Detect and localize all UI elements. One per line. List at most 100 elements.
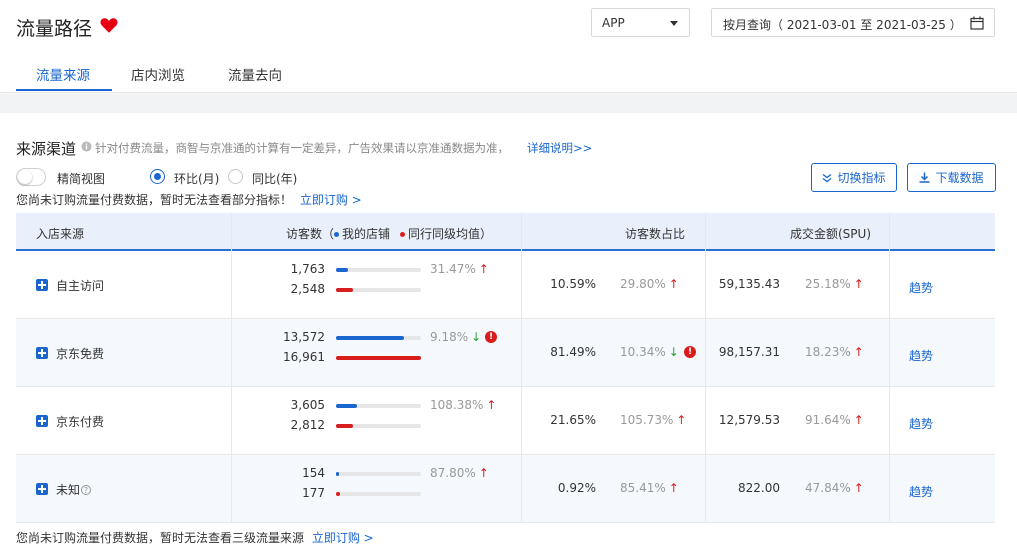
tab-traffic-source[interactable]: 流量来源 — [36, 64, 90, 84]
source-name-text: 自主访问 — [56, 279, 105, 293]
trend-arrow-icon: ↑ — [478, 262, 489, 276]
my-visitors: 154 — [302, 466, 325, 480]
trend-arrow-icon: ↓ — [668, 345, 679, 359]
peer-visitors-bar-fill — [336, 288, 353, 292]
platform-select[interactable]: APP — [591, 8, 690, 37]
subscription-notice: 您尚未订购流量付费数据，暂时无法查看部分指标！ 立即订购 > — [16, 191, 362, 208]
trend-link[interactable]: 趋势 — [909, 279, 933, 296]
caret-down-icon — [670, 21, 678, 26]
switch-metrics-label: 切换指标 — [837, 171, 886, 185]
header-visitors: 访客数（ 我的店铺 同行同级均值） — [286, 225, 492, 242]
peer-visitors-bar-fill — [336, 356, 421, 360]
peer-visitors-bar-fill — [336, 424, 353, 428]
peer-visitors: 2,548 — [290, 282, 325, 296]
tab-traffic-destination[interactable]: 流量去向 — [228, 64, 282, 84]
toggle-knob — [18, 170, 32, 184]
visitor-share: 21.65% — [550, 413, 596, 427]
sales-change-value: 47.84% — [805, 481, 851, 495]
active-tab-indicator — [16, 89, 112, 91]
expand-plus-icon[interactable] — [36, 415, 48, 427]
trend-link[interactable]: 趋势 — [909, 415, 933, 432]
radio-year-over-year[interactable] — [228, 169, 243, 184]
traffic-source-table: 入店来源 访客数（ 我的店铺 同行同级均值） 访客数占比 成交金额(SPU) 自主访… — [16, 213, 995, 523]
source-name-text: 京东付费 — [56, 415, 105, 429]
my-visitors: 3,605 — [290, 398, 325, 412]
download-icon — [919, 172, 930, 183]
table-row: 自主访问 1,763 2,548 31.47% ↑ 10.59% 29.80% ↑ 59,135… — [16, 251, 995, 319]
sales-change-value: 18.23% — [805, 345, 851, 359]
expand-plus-icon[interactable] — [36, 483, 48, 495]
trend-arrow-icon: ↑ — [486, 398, 497, 412]
visitors-change: 87.80% ↑ — [430, 466, 489, 480]
details-link[interactable]: 详细说明>> — [527, 140, 592, 156]
sales-change: 25.18% ↑ — [805, 277, 864, 291]
date-range-value: 按月查询（ 2021-03-01 至 2021-03-25 ） — [723, 18, 962, 32]
sales-amount: 822.00 — [738, 481, 780, 495]
my-visitors-bar-fill — [336, 404, 358, 408]
download-data-button[interactable]: 下载数据 — [907, 163, 996, 192]
my-visitors-bar — [336, 336, 421, 340]
header-sales: 成交金额(SPU) — [790, 227, 872, 241]
visitors-change: 9.18% ↓ — [430, 330, 481, 344]
heart-icon — [100, 18, 118, 33]
section-separator — [0, 94, 1017, 113]
source-name: 京东免费 — [56, 345, 104, 362]
trend-arrow-icon: ↑ — [853, 345, 864, 359]
help-icon[interactable]: ? — [81, 485, 92, 495]
visitors-change: 31.47% ↑ — [430, 262, 489, 276]
sales-change-value: 25.18% — [805, 277, 851, 291]
subscribe-link-bottom[interactable]: 立即订购 > — [312, 531, 374, 545]
visitors-change: 108.38% ↑ — [430, 398, 496, 412]
visitor-share: 0.92% — [557, 481, 596, 495]
trend-arrow-icon: ↑ — [853, 413, 864, 427]
my-visitors-bar-fill — [336, 472, 340, 476]
peer-visitors-bar-fill — [336, 492, 341, 496]
sales-change: 18.23% ↑ — [805, 345, 864, 359]
trend-arrow-icon: ↑ — [668, 481, 679, 495]
date-range-picker[interactable]: 按月查询（ 2021-03-01 至 2021-03-25 ） — [711, 8, 995, 37]
sales-amount: 59,135.43 — [718, 277, 780, 291]
peer-visitors-bar — [336, 424, 421, 428]
tab-store-browsing[interactable]: 店内浏览 — [131, 64, 185, 84]
subscribe-link[interactable]: 立即订购 > — [300, 193, 362, 207]
radio-month-over-month[interactable] — [150, 169, 165, 184]
visitors-change-value: 87.80% — [430, 466, 476, 480]
section-note: 针对付费流量，商智与京准通的计算有一定差异，广告效果请以京准通数据为准， — [95, 141, 509, 155]
download-data-label: 下载数据 — [935, 171, 984, 185]
warning-icon[interactable]: ! — [485, 331, 497, 343]
source-name: 京东付费 — [56, 413, 104, 430]
source-name-text: 未知 — [56, 483, 81, 497]
table-header: 入店来源 访客数（ 我的店铺 同行同级均值） 访客数占比 成交金额(SPU) — [16, 213, 995, 251]
trend-link[interactable]: 趋势 — [909, 483, 933, 500]
trend-arrow-icon: ↓ — [471, 330, 482, 344]
share-change: 85.41% ↑ — [620, 481, 679, 495]
peer-visitors-bar — [336, 288, 421, 292]
calendar-icon — [970, 16, 984, 30]
trend-arrow-icon: ↑ — [668, 277, 679, 291]
trend-arrow-icon: ↑ — [853, 481, 864, 495]
table-row: 京东付费 3,605 2,812 108.38% ↑ 21.65% 105.73% ↑ 12,5… — [16, 387, 995, 455]
my-visitors-bar — [336, 404, 421, 408]
source-name: 未知? — [56, 481, 92, 498]
my-visitors-bar-fill — [336, 336, 404, 340]
info-icon — [81, 141, 92, 152]
share-change-value: 85.41% — [620, 481, 666, 495]
header-visitors-close: ） — [480, 227, 493, 241]
share-change-value: 29.80% — [620, 277, 666, 291]
header-share: 访客数占比 — [625, 227, 686, 241]
trend-arrow-icon: ↑ — [853, 277, 864, 291]
legend-my-label: 我的店铺 — [342, 227, 391, 241]
trend-link[interactable]: 趋势 — [909, 347, 933, 364]
warning-icon[interactable]: ! — [684, 346, 696, 358]
my-visitors: 1,763 — [290, 262, 325, 276]
platform-select-value: APP — [602, 16, 625, 30]
switch-metrics-button[interactable]: 切换指标 — [811, 163, 897, 192]
expand-plus-icon[interactable] — [36, 347, 48, 359]
simple-view-toggle[interactable] — [16, 168, 46, 186]
third-level-notice-text: 您尚未订购流量付费数据，暂时无法查看三级流量来源 — [16, 531, 305, 545]
expand-plus-icon[interactable] — [36, 279, 48, 291]
peer-visitors-bar — [336, 492, 421, 496]
header-visitors-label: 访客数（ — [286, 227, 335, 241]
header-source: 入店来源 — [36, 227, 85, 241]
my-visitors-bar — [336, 472, 421, 476]
